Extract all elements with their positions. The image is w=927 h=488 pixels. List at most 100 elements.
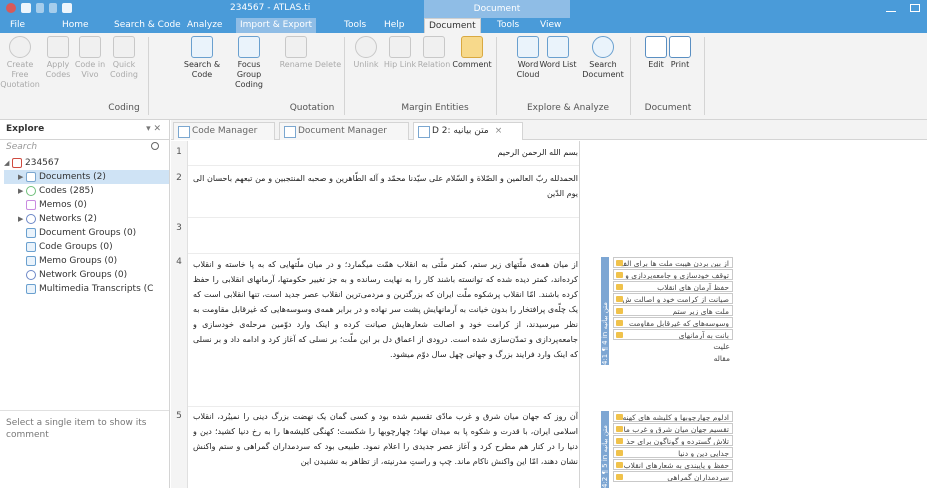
search-code-button[interactable]: Search & Code [182, 36, 222, 80]
code-tag[interactable]: حفظ و پایبندی به شعارهای انقلاب [613, 459, 733, 470]
paragraph-2[interactable]: الحمدلله ربّ العالمین و الصّلاة و السّلا… [193, 171, 578, 201]
expand-icon[interactable]: ▶ [18, 184, 26, 198]
expand-icon[interactable]: ▶ [18, 170, 26, 184]
tree-item-label: Documents (2) [39, 172, 106, 182]
layout-icon[interactable] [62, 3, 72, 13]
code-tag[interactable]: مقاله [613, 353, 733, 364]
group-label-explore-analyze: Explore & Analyze [527, 103, 609, 113]
tree-item[interactable]: Memo Groups (0) [4, 254, 169, 268]
code-icon [616, 296, 623, 302]
window-title: 234567 - ATLAS.ti [230, 3, 311, 13]
paragraph-1[interactable]: بسم الله الرحمن الرحیم [193, 145, 578, 160]
code-label: تلاش گسترده و گوناگون برای حذ [626, 437, 729, 446]
tab-search-code[interactable]: Search & Code [110, 18, 185, 33]
tab-file[interactable]: File [6, 18, 29, 33]
comment-button[interactable]: Comment [452, 36, 492, 70]
maximize-icon[interactable] [910, 4, 920, 12]
tab-import-export[interactable]: Import & Export [236, 18, 317, 33]
paragraph-5[interactable]: آن روز که جهان میان شرق و غرب مادّی تقسی… [193, 409, 578, 487]
project-tree: ◢ 234567 ▶ Documents (2) ▶ Codes (285) Memos (… [0, 156, 169, 296]
quotation-label: 4:2 ¶ 5 in متن بیانیه [601, 425, 609, 488]
group-label-document: Document [644, 103, 692, 113]
close-icon[interactable]: × [495, 126, 503, 136]
ribbon-separator [630, 37, 631, 115]
code-tag[interactable]: بانت به آرمانهای [613, 329, 733, 340]
code-icon [616, 450, 623, 456]
tab-document[interactable]: Document [424, 18, 481, 33]
code-label: ملت های زیر ستم [672, 307, 729, 316]
code-icon [616, 332, 623, 338]
redo-icon[interactable] [49, 3, 57, 13]
document-tab-bar: Code Manager Document Manager D 2: متن ب… [171, 120, 927, 140]
document-viewer: 1 2 3 4 5 بسم الله الرحمن الرحیم الحمدلل… [171, 141, 927, 488]
code-tag[interactable]: صیانت از کرامت خود و اصالت ش [613, 293, 733, 304]
tab-doc-tools[interactable]: Tools [493, 18, 523, 33]
minimize-icon[interactable] [886, 4, 896, 12]
search-document-button[interactable]: Search Document [580, 36, 626, 80]
group-label-coding: Coding [108, 103, 140, 113]
tree-item[interactable]: ▶ Documents (2) [4, 170, 169, 184]
code-icon [616, 462, 623, 468]
paragraph-divider [188, 217, 580, 218]
pane-controls[interactable]: ▾ ✕ [146, 124, 161, 134]
save-icon[interactable] [21, 3, 31, 13]
undo-icon[interactable] [36, 3, 44, 13]
focus-group-coding-button[interactable]: Focus Group Coding [226, 36, 272, 90]
tab-tools[interactable]: Tools [340, 18, 370, 33]
create-free-quotation-button[interactable]: Create Free Quotation [0, 36, 40, 90]
paragraph-4[interactable]: از میان همه‌ی ملّتهای زیر ستم، کمتر ملّت… [193, 257, 578, 405]
group-label-margin-entities: Margin Entities [401, 103, 469, 113]
code-icon [616, 438, 623, 444]
tab-analyze[interactable]: Analyze [183, 18, 226, 33]
tree-item[interactable]: Code Groups (0) [4, 240, 169, 254]
code-tag[interactable]: از بین بردن هیبت ملت ها برای الف [613, 257, 733, 268]
tree-item-label: Document Groups (0) [39, 228, 137, 238]
code-tag[interactable]: تقسیم جهان میان شرق و غرب ما [613, 423, 733, 434]
tree-item[interactable]: Multimedia Transcripts (C [4, 282, 169, 296]
tab-code-manager[interactable]: Code Manager [173, 122, 275, 140]
code-label: مقاله [713, 354, 730, 363]
ribbon: Create Free Quotation Apply Codes Code i… [0, 33, 927, 120]
tree-item[interactable]: ▶ Networks (2) [4, 212, 169, 226]
delete-button[interactable]: Delete [308, 36, 348, 70]
tree-item[interactable]: Memos (0) [4, 198, 169, 212]
tree-item[interactable]: Document Groups (0) [4, 226, 169, 240]
print-button[interactable]: Print [660, 36, 700, 70]
tree-item[interactable]: Network Groups (0) [4, 268, 169, 282]
tree-item[interactable]: ▶ Codes (285) [4, 184, 169, 198]
tab-help[interactable]: Help [380, 18, 409, 33]
explore-search-input[interactable]: Search [0, 140, 169, 156]
code-tag[interactable]: تلاش گسترده و گوناگون برای حذ [613, 435, 733, 446]
code-tag[interactable]: جدایی دین و دنیا [613, 447, 733, 458]
expand-icon[interactable]: ◢ [4, 156, 12, 170]
tab-view[interactable]: View [536, 18, 565, 33]
relation-button[interactable]: Relation [414, 36, 454, 70]
net-icon [26, 214, 36, 224]
paragraph-3[interactable] [193, 223, 578, 253]
code-tag[interactable]: توقف خودسازی و جامعه‌پردازی و [613, 269, 733, 280]
tree-item-label: Multimedia Transcripts (C [39, 284, 154, 294]
search-code-icon [191, 36, 213, 58]
tab-document-d2[interactable]: D 2: متن بیانیه × [413, 122, 523, 140]
word-list-icon [547, 36, 569, 58]
code-tag[interactable]: ملت های زیر ستم [613, 305, 733, 316]
tree-item[interactable]: ◢ 234567 [4, 156, 169, 170]
code-label: سردمداران گمراهی [667, 473, 729, 482]
code-tag[interactable]: سردمداران گمراهی [613, 471, 733, 482]
focus-group-icon [238, 36, 260, 58]
code-tag[interactable]: وسوسه‌های که غیرقابل مقاومت [613, 317, 733, 328]
tree-item-label: Networks (2) [39, 214, 97, 224]
expand-icon[interactable]: ▶ [18, 212, 26, 226]
quick-coding-button[interactable]: Quick Coding [104, 36, 144, 80]
code-tag[interactable]: علیت [613, 341, 733, 352]
context-tab-header: Document [424, 0, 570, 18]
ribbon-separator [496, 37, 497, 115]
word-list-button[interactable]: Word List [538, 36, 578, 70]
tab-document-manager[interactable]: Document Manager [279, 122, 409, 140]
code-icon [616, 414, 623, 420]
quotation-icon [9, 36, 31, 58]
code-tag[interactable]: ادلوم چهارچوبها و کلیشه های کهنه [613, 411, 733, 422]
code-tag[interactable]: حفظ آرمان های انقلاب [613, 281, 733, 292]
tab-home[interactable]: Home [58, 18, 93, 33]
grp-icon [26, 284, 36, 294]
